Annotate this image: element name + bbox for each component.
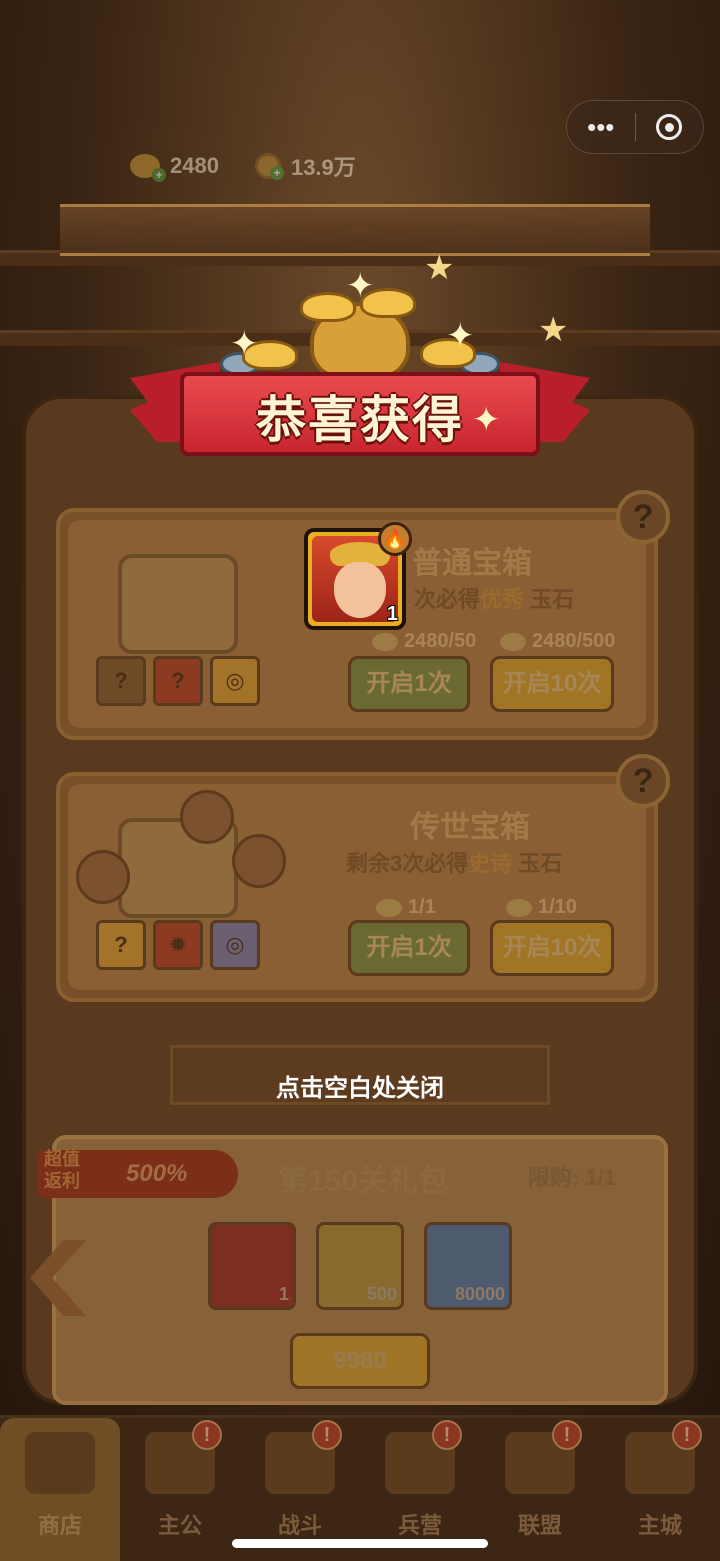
sparkle-icon: ✦	[472, 401, 501, 439]
fire-element-icon: 🔥	[378, 522, 412, 556]
sparkle-icon: ✦	[230, 325, 259, 363]
reward-banner: 恭喜获得 ✦ ✦ ✦ ✦ ★ ★	[130, 249, 590, 492]
tap-to-close-hint: 点击空白处关闭	[276, 1075, 444, 1102]
star-icon: ★	[424, 249, 455, 287]
modal-overlay[interactable]	[0, 0, 720, 1561]
sparkle-icon: ✦	[446, 317, 475, 355]
star-icon: ★	[538, 311, 569, 349]
hero-face	[334, 562, 386, 618]
sparkle-icon: ✦	[346, 267, 375, 305]
reward-count: 1	[386, 603, 398, 625]
